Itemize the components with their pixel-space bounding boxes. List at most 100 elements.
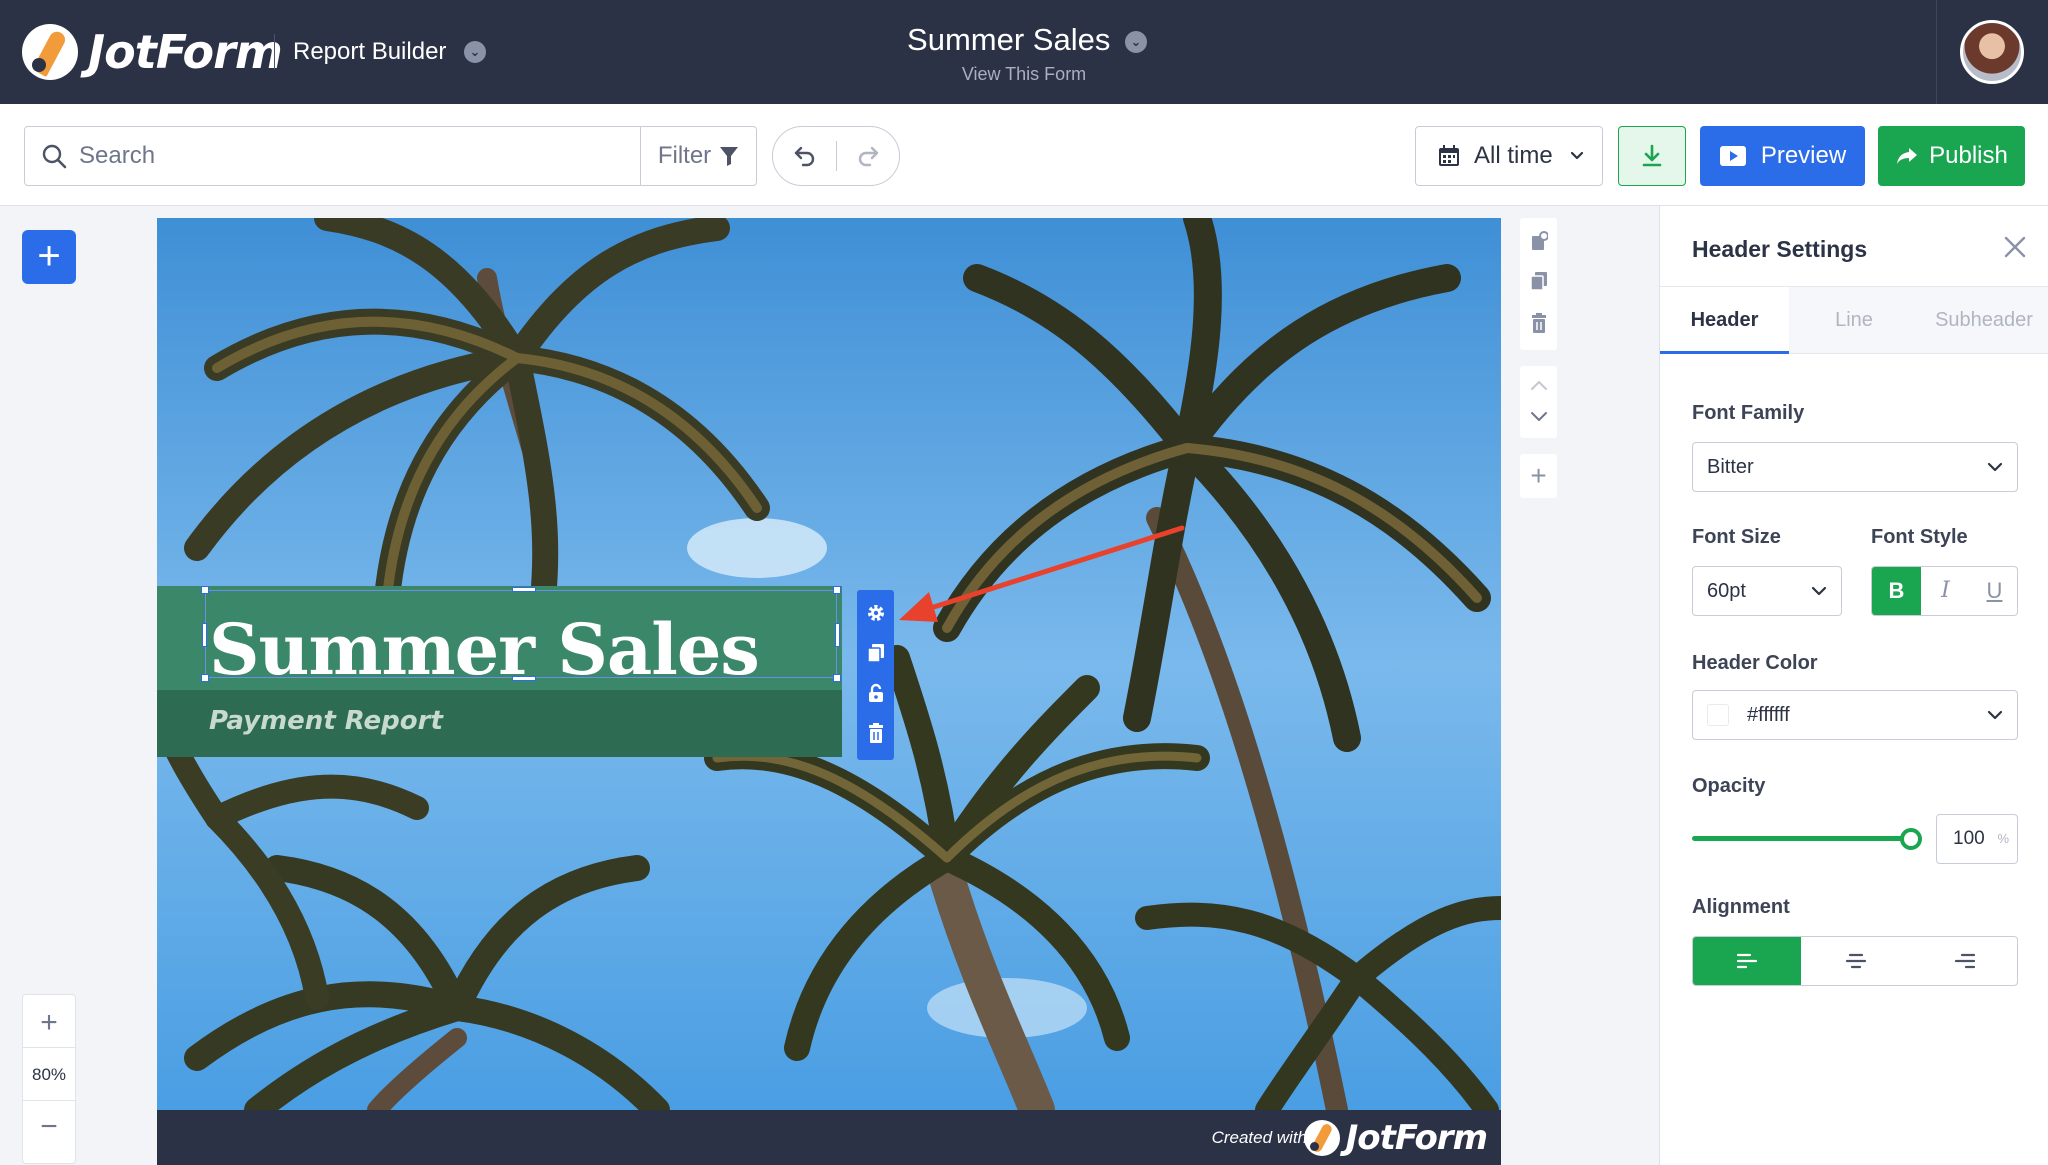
download-icon (1642, 144, 1662, 167)
element-settings-button[interactable] (857, 594, 894, 632)
form-title[interactable]: Summer Sales (907, 22, 1110, 57)
form-title-wrap: Summer Sales ⌄ (0, 22, 2048, 58)
trash-icon (868, 723, 883, 743)
play-icon (1719, 146, 1746, 166)
panel-title: Header Settings (1692, 236, 1868, 262)
alignment-group (1692, 936, 2018, 986)
element-duplicate-button[interactable] (857, 634, 894, 672)
font-family-label: Font Family (1692, 402, 1805, 424)
element-toolbar (857, 590, 894, 760)
report-subheader-text[interactable]: Payment Report (209, 706, 443, 736)
chevron-down-icon (1530, 412, 1547, 421)
filter-button[interactable]: Filter (640, 127, 756, 185)
close-icon[interactable] (2000, 232, 2030, 262)
chevron-down-icon (1570, 151, 1583, 160)
resize-handle-top[interactable] (512, 587, 536, 592)
publish-label: Publish (1929, 142, 2008, 169)
alignment-label: Alignment (1692, 896, 1790, 918)
page-duplicate-button[interactable] (1520, 262, 1557, 300)
copy-icon (1529, 272, 1547, 291)
align-right-icon (1954, 953, 1976, 969)
date-range-dropdown[interactable]: All time (1415, 126, 1603, 186)
preview-button[interactable]: Preview (1700, 126, 1865, 186)
element-delete-button[interactable] (857, 714, 894, 752)
gear-icon (867, 605, 884, 621)
font-style-group: B I U (1871, 566, 2018, 616)
footer-logo-text: JotForm (1345, 1118, 1488, 1158)
toolbar: Filter All time (0, 104, 2048, 206)
resize-handle-bl[interactable] (201, 674, 209, 682)
user-avatar[interactable] (1960, 20, 2024, 84)
opacity-label: Opacity (1692, 775, 1766, 797)
page-delete-button[interactable] (1520, 304, 1557, 342)
resize-handle-tl[interactable] (201, 586, 209, 594)
font-size-value: 60pt (1707, 580, 1746, 602)
filter-icon (720, 147, 739, 166)
page-style-button[interactable] (1520, 222, 1557, 260)
resize-handle-tr[interactable] (833, 586, 841, 594)
font-family-value: Bitter (1707, 456, 1754, 478)
search-icon (42, 144, 67, 169)
download-button[interactable] (1618, 126, 1686, 186)
opacity-slider-thumb[interactable] (1900, 828, 1922, 850)
align-left-button[interactable] (1693, 937, 1801, 985)
report-footer: Created with JotForm (157, 1110, 1501, 1165)
form-title-chevron-icon[interactable]: ⌄ (1124, 31, 1147, 53)
tab-line[interactable]: Line (1789, 287, 1919, 354)
opacity-input[interactable]: 100 % (1936, 814, 2018, 864)
chevron-down-icon (1987, 462, 2003, 472)
element-lock-button[interactable] (857, 674, 894, 712)
page-tools (1520, 218, 1557, 350)
preview-label: Preview (1760, 142, 1847, 169)
resize-handle-right[interactable] (835, 623, 840, 647)
resize-handle-bottom[interactable] (512, 676, 536, 681)
zoom-level: 80% (23, 1047, 75, 1101)
redo-icon (858, 146, 878, 167)
font-family-select[interactable]: Bitter (1692, 442, 2018, 492)
footer-logo-mark-icon (1303, 1120, 1340, 1156)
opacity-unit: % (1997, 831, 2009, 846)
header-settings-panel: Header Settings Header Line Subheader Fo… (1659, 206, 2048, 1165)
underline-toggle[interactable]: U (1970, 567, 2017, 615)
panel-tabs: Header Line Subheader (1660, 286, 2048, 354)
italic-toggle[interactable]: I (1921, 567, 1970, 615)
opacity-value: 100 (1953, 828, 1985, 849)
zoom-in-button[interactable]: + (23, 997, 75, 1049)
header-color-select[interactable]: #ffffff (1692, 690, 2018, 740)
add-page-button[interactable]: + (1520, 454, 1557, 498)
lock-icon (868, 683, 883, 702)
align-center-button[interactable] (1802, 937, 1910, 985)
tab-header[interactable]: Header (1660, 287, 1789, 354)
font-size-select[interactable]: 60pt (1692, 566, 1842, 616)
filter-label: Filter (657, 142, 712, 169)
zoom-out-button[interactable]: − (23, 1101, 75, 1153)
bold-toggle[interactable]: B (1872, 567, 1921, 615)
top-bar: JotForm Report Builder ⌄ Summer Sales ⌄ … (0, 0, 2048, 104)
tab-subheader[interactable]: Subheader (1919, 287, 2048, 354)
resize-handle-left[interactable] (202, 623, 207, 647)
add-element-button[interactable]: + (22, 230, 76, 284)
header-selection-box (201, 586, 841, 682)
align-center-icon (1845, 953, 1867, 969)
header-color-value: #ffffff (1747, 704, 1790, 726)
redo-button[interactable] (836, 127, 899, 185)
footer-created-with: Created with (1211, 1128, 1307, 1147)
view-form-link-wrap: View This Form (0, 64, 2048, 85)
undo-redo-group (772, 126, 900, 186)
opacity-slider-track[interactable] (1692, 836, 1910, 841)
zoom-control: + 80% − (22, 994, 76, 1164)
undo-button[interactable] (773, 127, 836, 185)
report-page-canvas[interactable]: Summer Sales Payment Report Created with… (157, 218, 1501, 1165)
resize-handle-br[interactable] (833, 674, 841, 682)
align-right-button[interactable] (1911, 937, 2017, 985)
search-input[interactable] (79, 127, 659, 185)
report-subheader-block[interactable]: Payment Report (157, 690, 842, 757)
view-form-link[interactable]: View This Form (962, 64, 1086, 84)
search-box: Filter (24, 126, 757, 186)
chevron-down-icon (1811, 586, 1827, 596)
move-page-down-button[interactable] (1520, 398, 1557, 436)
align-left-icon (1736, 953, 1758, 969)
calendar-icon (1439, 145, 1459, 166)
publish-button[interactable]: Publish (1878, 126, 2025, 186)
undo-icon (794, 146, 814, 167)
